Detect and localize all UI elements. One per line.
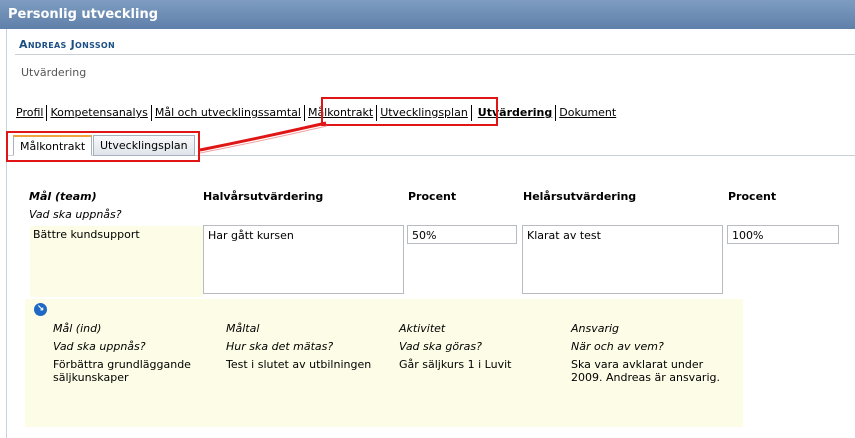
highlight-connector — [199, 121, 328, 154]
highlight-arrow-line — [199, 121, 327, 152]
highlight-arrow-shadow — [199, 125, 328, 154]
